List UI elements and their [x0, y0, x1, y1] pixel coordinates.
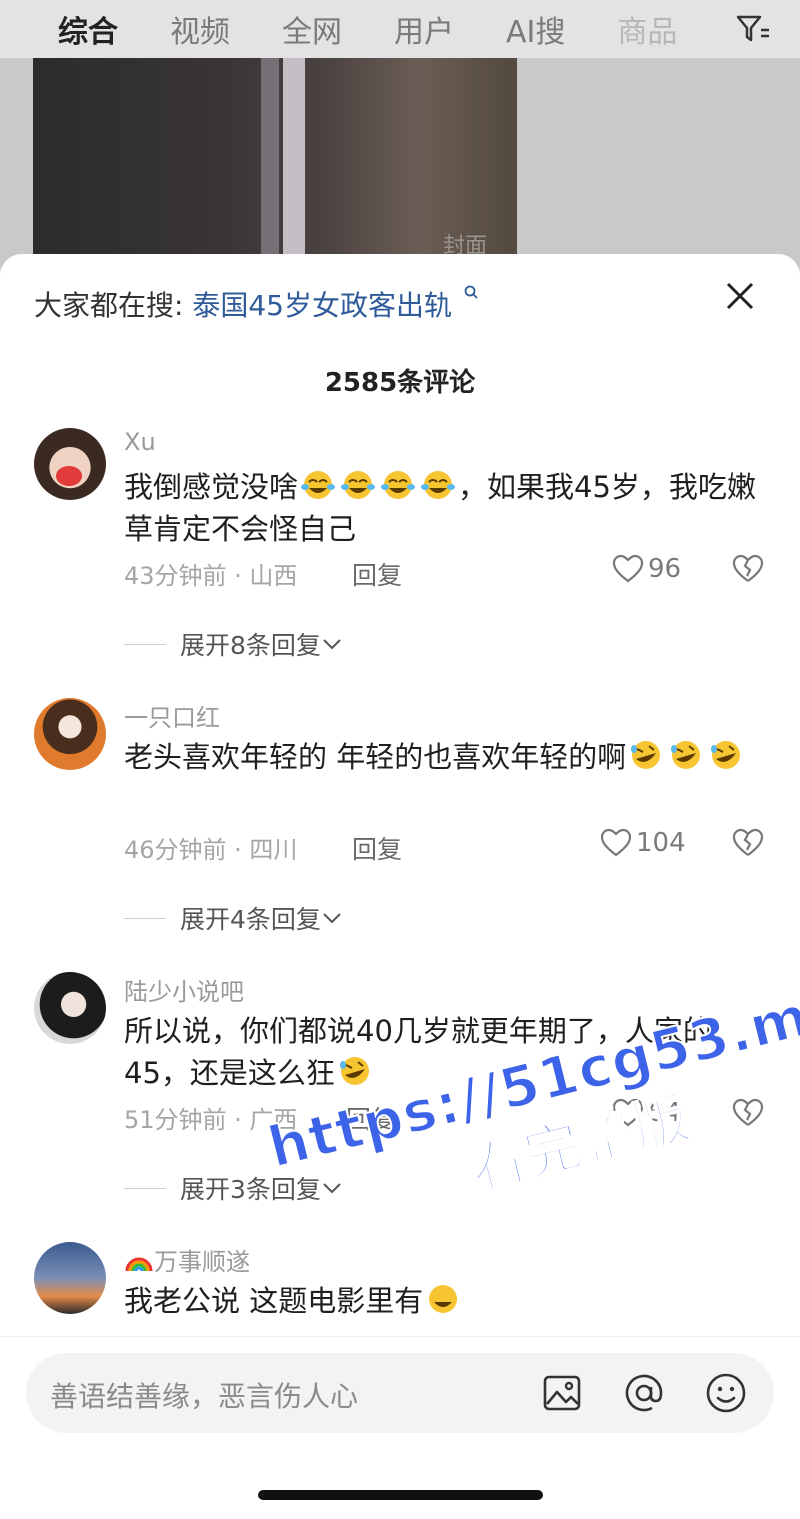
hot-search[interactable]: 大家都在搜: 泰国45岁女政客出轨 [34, 284, 479, 324]
like-button[interactable]: 96 [612, 554, 681, 584]
crying-laugh-emoji-icon [381, 471, 416, 499]
username[interactable]: 一只口红 [124, 698, 220, 733]
comment-item: 陆少小说吧 所以说，你们都说40几岁就更年期了，人家的45，还是这么狂 51分钟… [0, 968, 800, 1238]
avatar[interactable] [34, 972, 106, 1044]
comment-input-bar: 善语结善缘，恶言伤人心 [0, 1336, 800, 1447]
like-count: 104 [636, 828, 686, 858]
comment-text: 所以说，你们都说40几岁就更年期了，人家的45，还是这么狂 [124, 1014, 712, 1090]
hot-search-label: 大家都在搜: [34, 289, 184, 322]
heart-icon [612, 1098, 644, 1127]
heart-icon [612, 554, 644, 583]
reply-button[interactable]: 回复 [352, 830, 402, 866]
hot-search-keyword[interactable]: 泰国45岁女政客出轨 [192, 289, 452, 322]
comment-meta: 51分钟前 · 广西 [124, 1106, 298, 1134]
comment-input-placeholder: 善语结善缘，恶言伤人心 [50, 1380, 359, 1413]
comment-meta: 46分钟前 · 四川 [124, 836, 298, 864]
chevron-down-icon [323, 639, 341, 650]
tab-product[interactable]: 商品 [617, 7, 677, 51]
tab-comprehensive[interactable]: 综合 [32, 7, 144, 69]
filter-icon[interactable] [736, 14, 770, 44]
close-icon[interactable] [720, 276, 760, 316]
emoji-icon[interactable] [704, 1371, 748, 1415]
avatar[interactable] [34, 1242, 106, 1314]
rofl-emoji-icon [711, 741, 741, 769]
like-count: 96 [648, 554, 682, 584]
tab-user[interactable]: 用户 [394, 7, 454, 51]
image-icon[interactable] [540, 1371, 584, 1415]
at-icon[interactable] [622, 1371, 666, 1415]
chevron-down-icon [323, 913, 341, 924]
laugh-emoji-icon [429, 1285, 458, 1313]
comment-text: 老头喜欢年轻的 年轻的也喜欢年轻的啊 [124, 736, 764, 778]
tab-web[interactable]: 全网 [282, 7, 342, 51]
like-count: 64 [648, 1098, 682, 1128]
tab-ai-search[interactable]: AI搜 [506, 7, 565, 51]
comment-list: Xu 我倒感觉没啥 ，如果我45岁，我吃嫩草肯定不会怪自己 43分钟前 · 山西 … [0, 424, 800, 1358]
avatar[interactable] [34, 698, 106, 770]
broken-heart-icon[interactable] [732, 554, 764, 584]
comment-input[interactable]: 善语结善缘，恶言伤人心 [26, 1353, 774, 1433]
comment-meta: 43分钟前 · 山西 [124, 562, 298, 590]
crying-laugh-emoji-icon [301, 471, 336, 499]
chevron-down-icon [323, 1183, 341, 1194]
comment-item: Xu 我倒感觉没啥 ，如果我45岁，我吃嫩草肯定不会怪自己 43分钟前 · 山西 … [0, 424, 800, 694]
crying-laugh-emoji-icon [341, 471, 376, 499]
avatar[interactable] [34, 428, 106, 500]
username[interactable]: 陆少小说吧 [124, 972, 244, 1007]
comment-sheet: 大家都在搜: 泰国45岁女政客出轨 2585条评论 Xu 我倒感觉没啥 ，如果我4… [0, 254, 800, 1519]
reply-button[interactable]: 回复 [346, 1100, 396, 1136]
video-thumbnail[interactable]: 封面 [33, 58, 517, 268]
search-icon [464, 285, 478, 299]
rofl-emoji-icon [339, 1057, 369, 1085]
crying-laugh-emoji-icon [421, 471, 456, 499]
search-tabs: 综合 视频 全网 用户 AI搜 商品 [0, 0, 800, 69]
comment-item: 一只口红 老头喜欢年轻的 年轻的也喜欢年轻的啊 46分钟前 · 四川 回复 10… [0, 694, 800, 968]
like-button[interactable]: 64 [612, 1098, 681, 1128]
comment-text: 我老公说 这题电影里有 [124, 1280, 764, 1322]
broken-heart-icon[interactable] [732, 828, 764, 858]
rofl-emoji-icon [671, 741, 701, 769]
username[interactable]: Xu [124, 428, 156, 456]
username[interactable]: 万事顺遂 [124, 1242, 250, 1277]
expand-replies-button[interactable]: 展开4条回复 [124, 900, 343, 936]
expand-replies-button[interactable]: 展开3条回复 [124, 1170, 343, 1206]
comment-count: 2585条评论 [324, 368, 476, 398]
broken-heart-icon[interactable] [732, 1098, 764, 1128]
expand-replies-button[interactable]: 展开8条回复 [124, 626, 343, 662]
like-button[interactable]: 104 [600, 828, 686, 858]
home-indicator [258, 1490, 543, 1500]
heart-icon [600, 828, 632, 857]
reply-button[interactable]: 回复 [352, 556, 402, 592]
rofl-emoji-icon [631, 741, 661, 769]
rainbow-icon [125, 1257, 153, 1272]
comment-text: 我倒感觉没啥 ，如果我45岁，我吃嫩草肯定不会怪自己 [124, 470, 756, 546]
tab-video[interactable]: 视频 [170, 7, 230, 51]
